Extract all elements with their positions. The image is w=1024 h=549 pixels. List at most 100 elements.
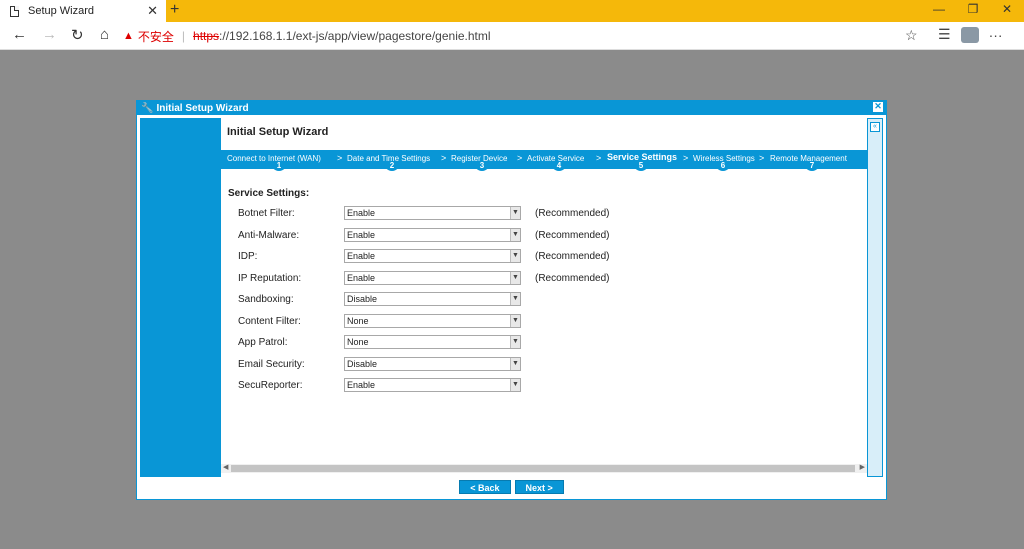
setting-row-content-filter: Content Filter: None ▼	[238, 314, 521, 328]
setting-row-anti-malware: Anti-Malware: Enable ▼ (Recommended)	[238, 228, 609, 242]
step-separator: >	[683, 153, 689, 163]
address-bar: ← → ↻ ⌂ ▲ 不安全 | https ://192.168.1.1/ext…	[0, 22, 1024, 50]
setting-label: Anti-Malware:	[238, 229, 300, 241]
step-separator: >	[759, 153, 765, 163]
security-label[interactable]: 不安全	[138, 28, 174, 45]
select-value: Enable	[347, 273, 376, 283]
step-separator: >	[441, 153, 447, 163]
home-icon[interactable]: ⌂	[100, 26, 109, 43]
chevron-down-icon[interactable]: ▼	[510, 336, 520, 348]
new-tab-icon[interactable]: +	[170, 1, 179, 19]
right-panel: «	[867, 118, 883, 477]
document-icon	[10, 5, 19, 17]
botnet-filter-select[interactable]: Enable ▼	[344, 206, 521, 220]
wizard-steps: Connect to Internet (WAN) 1 > Date and T…	[221, 150, 867, 171]
ip-reputation-select[interactable]: Enable ▼	[344, 271, 521, 285]
select-value: Enable	[347, 208, 376, 218]
setting-label: Content Filter:	[238, 315, 301, 327]
url-scheme: https	[193, 29, 220, 43]
idp-select[interactable]: Enable ▼	[344, 249, 521, 263]
setting-label: IDP:	[238, 250, 258, 262]
setting-row-idp: IDP: Enable ▼ (Recommended)	[238, 249, 609, 263]
forward-icon[interactable]: →	[42, 26, 57, 43]
setting-label: Sandboxing:	[238, 293, 294, 305]
dialog-title: Initial Setup Wizard	[156, 102, 249, 114]
minimize-icon[interactable]: —	[922, 0, 956, 22]
select-value: Enable	[347, 380, 376, 390]
setting-row-sandboxing: Sandboxing: Disable ▼	[238, 292, 521, 306]
browser-tools: ☰ ···	[938, 26, 1003, 43]
email-security-select[interactable]: Disable ▼	[344, 357, 521, 371]
warning-icon: ▲	[123, 30, 134, 42]
chevron-down-icon[interactable]: ▼	[510, 272, 520, 284]
step-separator: >	[596, 153, 602, 163]
recommended-note: (Recommended)	[535, 250, 610, 262]
back-icon[interactable]: ←	[12, 26, 27, 43]
setting-row-app-patrol: App Patrol: None ▼	[238, 335, 521, 349]
chevron-down-icon[interactable]: ▼	[510, 293, 520, 305]
select-value: Enable	[347, 251, 376, 261]
step-4-number: 4	[551, 161, 567, 171]
select-value: None	[347, 337, 369, 347]
chevron-down-icon[interactable]: ▼	[510, 379, 520, 391]
scrollbar-thumb[interactable]	[231, 465, 855, 472]
recommended-note: (Recommended)	[535, 272, 610, 284]
profile-avatar[interactable]	[960, 26, 979, 43]
chevron-down-icon[interactable]: ▼	[510, 315, 520, 327]
setting-label: IP Reputation:	[238, 272, 302, 284]
dialog-close-icon[interactable]: ✕	[873, 102, 883, 112]
chevron-down-icon[interactable]: ▼	[510, 250, 520, 262]
sandboxing-select[interactable]: Disable ▼	[344, 292, 521, 306]
more-menu-icon[interactable]: ···	[989, 27, 1003, 43]
chevron-down-icon[interactable]: ▼	[510, 229, 520, 241]
setting-label: Botnet Filter:	[238, 207, 295, 219]
step-3-number: 3	[474, 161, 490, 171]
wrench-icon: 🔧	[141, 102, 154, 114]
url-field[interactable]: ▲ 不安全 | https ://192.168.1.1/ext-js/app/…	[123, 25, 923, 47]
browser-tab[interactable]: Setup Wizard ✕	[0, 0, 166, 22]
setting-label: SecuReporter:	[238, 379, 303, 391]
secureporter-select[interactable]: Enable ▼	[344, 378, 521, 392]
section-title: Service Settings:	[228, 188, 310, 199]
collapse-icon[interactable]: «	[870, 122, 880, 132]
select-value: Enable	[347, 230, 376, 240]
step-2-number: 2	[384, 161, 400, 171]
anti-malware-select[interactable]: Enable ▼	[344, 228, 521, 242]
step-5-number: 5	[633, 161, 649, 171]
dialog-titlebar[interactable]: 🔧 Initial Setup Wizard ✕	[137, 101, 886, 115]
browser-tab-bar: Setup Wizard ✕ + — ❐ ✕	[0, 0, 1024, 22]
setting-row-secureporter: SecuReporter: Enable ▼	[238, 378, 521, 392]
tab-close-icon[interactable]: ✕	[147, 3, 158, 19]
recommended-note: (Recommended)	[535, 229, 610, 241]
setting-label: App Patrol:	[238, 336, 288, 348]
tab-title: Setup Wizard	[28, 5, 95, 17]
next-button[interactable]: Next >	[514, 480, 564, 494]
select-value: Disable	[347, 359, 378, 369]
step-7-number: 7	[804, 161, 820, 171]
select-value: Disable	[347, 294, 378, 304]
step-1-number: 1	[271, 161, 287, 171]
scroll-left-icon[interactable]: ◀	[223, 463, 228, 471]
setting-row-ip-reputation: IP Reputation: Enable ▼ (Recommended)	[238, 271, 609, 285]
wizard-buttons: < Back Next >	[137, 480, 886, 494]
restore-icon[interactable]: ❐	[956, 0, 990, 22]
select-value: None	[347, 316, 369, 326]
url-separator: |	[181, 29, 186, 43]
setup-wizard-dialog: 🔧 Initial Setup Wizard ✕ Initial Setup W…	[136, 100, 887, 500]
app-patrol-select[interactable]: None ▼	[344, 335, 521, 349]
setting-row-botnet-filter: Botnet Filter: Enable ▼ (Recommended)	[238, 206, 609, 220]
chevron-down-icon[interactable]: ▼	[510, 207, 520, 219]
content-filter-select[interactable]: None ▼	[344, 314, 521, 328]
chevron-down-icon[interactable]: ▼	[510, 358, 520, 370]
reload-icon[interactable]: ↻	[71, 26, 84, 44]
back-button[interactable]: < Back	[459, 480, 511, 494]
favorites-icon[interactable]: ☰	[938, 26, 951, 43]
window-close-icon[interactable]: ✕	[990, 0, 1024, 22]
favorite-star-icon[interactable]: ☆	[905, 27, 918, 44]
window-controls: — ❐ ✕	[922, 0, 1024, 22]
wizard-title: Initial Setup Wizard	[227, 126, 329, 138]
scroll-right-icon[interactable]: ▶	[860, 463, 865, 471]
step-6-number: 6	[715, 161, 731, 171]
setting-label: Email Security:	[238, 358, 305, 370]
horizontal-scrollbar[interactable]: ◀ ▶	[221, 464, 867, 473]
